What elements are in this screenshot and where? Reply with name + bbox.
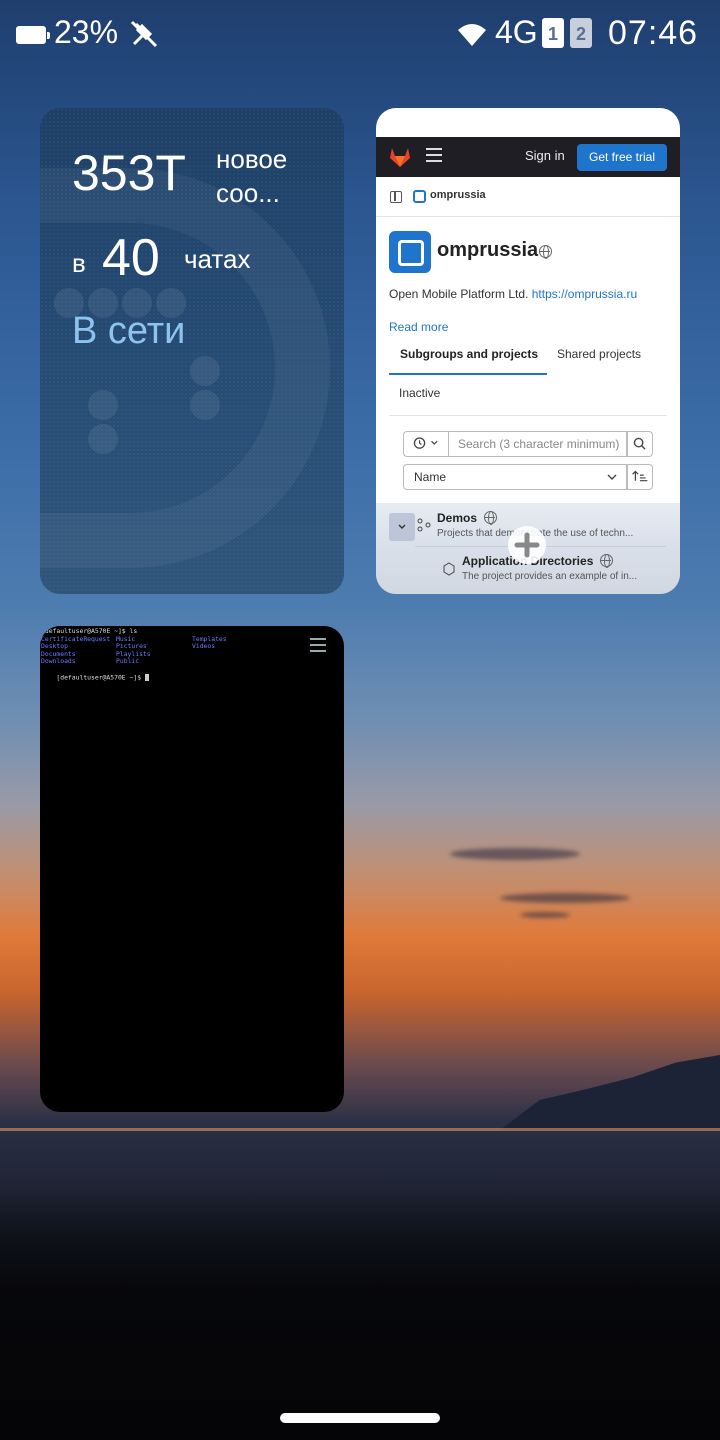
public-globe-icon [539, 245, 552, 259]
breadcrumb: omprussia [376, 177, 680, 217]
terminal-dir-entry: Downloads [41, 657, 76, 666]
search-button[interactable] [627, 431, 653, 457]
sim2-icon: 2 [570, 18, 592, 48]
terminal-menu-icon[interactable] [310, 638, 326, 652]
group-avatar [389, 231, 431, 273]
watermark-dot [88, 390, 118, 420]
gitlab-logo-icon [390, 148, 410, 167]
sync-off-icon [130, 20, 158, 48]
sort-direction-button[interactable] [627, 464, 653, 490]
wallpaper-mountain [500, 1055, 720, 1130]
free-trial-button[interactable]: Get free trial [577, 144, 667, 171]
chat-count: 40 [102, 229, 160, 287]
wallpaper-cloud [520, 912, 570, 918]
new-messages-label: новое соо... [216, 144, 288, 208]
chats-label: чатах [184, 244, 251, 274]
clock: 07:46 [608, 14, 699, 52]
status-bar: 23% 4G 1 2 07:46 [0, 0, 720, 70]
network-type: 4G [495, 14, 538, 50]
search-input[interactable]: Search (3 character minimum) [449, 431, 627, 457]
home-indicator[interactable] [280, 1413, 440, 1423]
list-item-description: The project provides an example of in... [462, 571, 638, 582]
online-status: В сети [72, 310, 186, 352]
wallpaper-horizon [0, 1128, 720, 1131]
watermark-dot [190, 356, 220, 386]
messenger-logo-watermark [40, 168, 330, 568]
watermark-dot [88, 424, 118, 454]
terminal-final-prompt: [defaultuser@A570E ~]$ [56, 673, 145, 682]
project-icon [443, 562, 455, 576]
website-link[interactable]: https://omprussia.ru [532, 287, 637, 301]
terminal-dir-entry: Public [116, 657, 140, 666]
group-title: omprussia [437, 239, 539, 261]
wallpaper-cloud [500, 893, 630, 903]
search-history-button[interactable] [403, 431, 449, 457]
sim1-icon: 1 [542, 18, 564, 48]
history-icon [413, 437, 438, 449]
group-avatar-small-icon [413, 190, 426, 203]
sort-select[interactable]: Name [403, 464, 627, 490]
browser-app-card[interactable]: Sign in Get free trial omprussia ompruss… [376, 108, 680, 594]
add-button[interactable] [508, 526, 546, 564]
tab-subgroups-and-projects[interactable]: Subgroups and projects [389, 340, 547, 375]
search-icon [633, 437, 646, 450]
read-more-link[interactable]: Read more [389, 320, 448, 334]
gitlab-header: Sign in Get free trial [376, 137, 680, 177]
tabs-divider [389, 415, 667, 416]
wifi-icon [458, 24, 486, 46]
watermark-dot [190, 390, 220, 420]
terminal-cursor [144, 673, 149, 681]
sort-select-value: Name [414, 470, 447, 484]
messenger-app-card[interactable]: 353T новое соо... в 40 чатах В сети [40, 108, 344, 594]
terminal-app-card[interactable]: [defaultuser@A570E ~]$ ls CertificateReq… [40, 626, 344, 1112]
public-globe-icon [484, 511, 497, 525]
hamburger-menu-icon[interactable] [426, 148, 442, 166]
sort-ascending-icon [632, 470, 648, 482]
plus-icon [514, 532, 540, 558]
expand-subgroup-button[interactable] [389, 513, 415, 541]
chevron-down-icon [398, 524, 406, 529]
battery-icon [16, 26, 50, 44]
unread-count: 353T [72, 145, 186, 201]
breadcrumb-group-link[interactable]: omprussia [430, 189, 486, 201]
battery-percent: 23% [54, 14, 119, 50]
tab-shared-projects[interactable]: Shared projects [557, 340, 641, 375]
in-label: в [72, 248, 86, 278]
list-item-title[interactable]: Demos [437, 511, 477, 525]
sidebar-toggle-icon[interactable] [390, 191, 402, 203]
wallpaper-cloud [450, 848, 580, 860]
terminal-dir-entry: Videos [192, 642, 216, 651]
chevron-down-icon [607, 474, 617, 480]
subgroup-icon [417, 518, 431, 532]
sign-in-link[interactable]: Sign in [525, 148, 565, 163]
group-description: Open Mobile Platform Ltd. https://omprus… [389, 287, 637, 301]
wallpaper-reeds [0, 1190, 720, 1440]
public-globe-icon [600, 554, 613, 568]
tab-inactive[interactable]: Inactive [399, 386, 440, 400]
terminal-current-line[interactable]: [defaultuser@A570E ~]$ [41, 666, 149, 689]
description-text: Open Mobile Platform Ltd. [389, 287, 529, 301]
